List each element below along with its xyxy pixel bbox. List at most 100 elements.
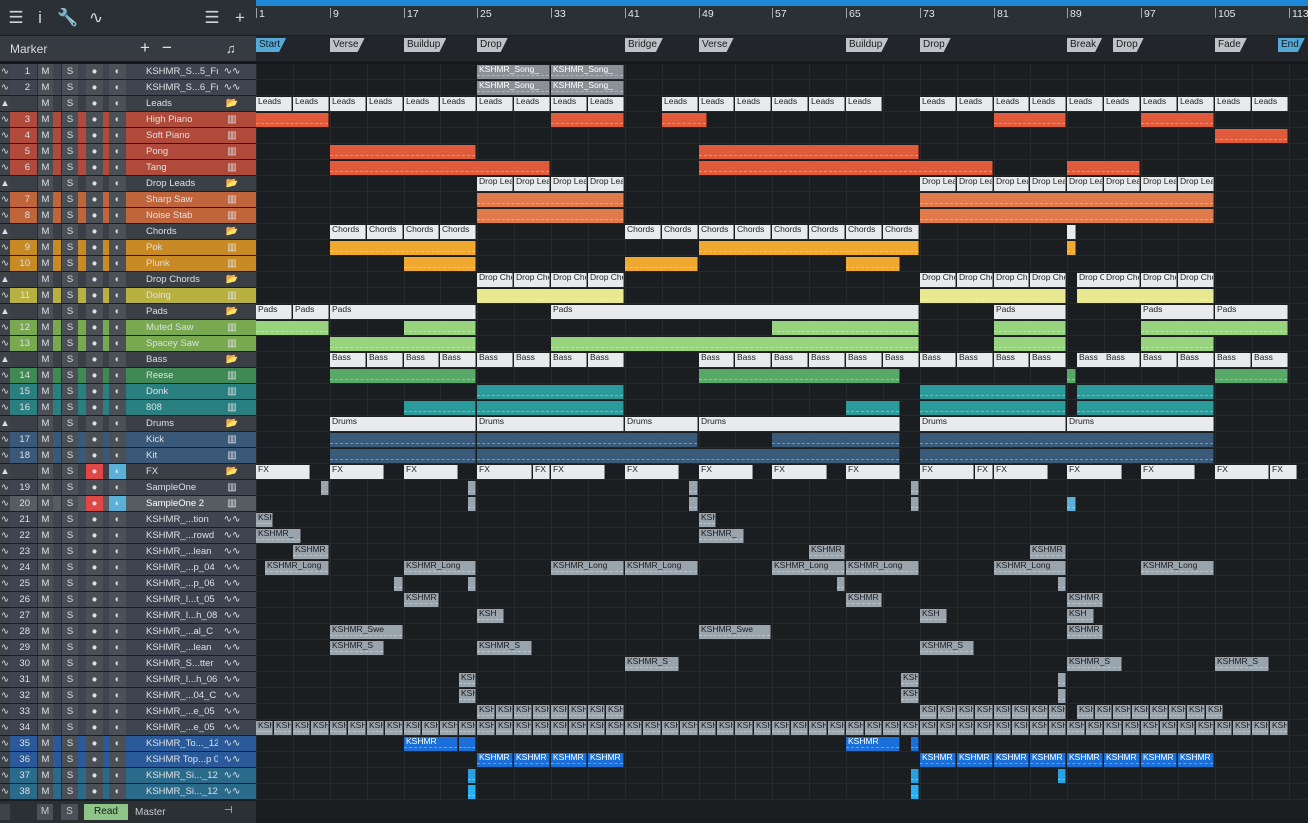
mute-button[interactable]: M [37, 352, 53, 367]
clip-event[interactable] [911, 737, 919, 751]
clip-event[interactable] [689, 481, 698, 495]
folder-expand-icon[interactable]: ▲ [0, 304, 10, 319]
clip-event[interactable] [689, 497, 698, 511]
mute-button[interactable]: M [37, 672, 53, 687]
track-row[interactable]: ∿ 26 M S ● ◐ KSHMR_I...t_05 ∿∿ [0, 592, 256, 608]
clip-event[interactable] [330, 145, 476, 159]
solo-button[interactable]: S [61, 320, 78, 335]
clip-event[interactable]: KSHMR [791, 721, 808, 735]
track-row[interactable]: ∿ 15 M S ● ◐ Donk ▥ [0, 384, 256, 400]
clip-event[interactable]: KSHMR [772, 721, 790, 735]
track-type-icon[interactable]: ∿ [0, 208, 10, 223]
clip-event[interactable]: KSHMR [569, 705, 587, 719]
menu-icon[interactable]: ☰ [4, 6, 28, 30]
track-type-icon[interactable]: ∿ [0, 192, 10, 207]
mute-button[interactable]: M [37, 480, 53, 495]
folder-event[interactable]: Chords [367, 225, 403, 239]
solo-button[interactable]: S [61, 400, 78, 415]
clip-event[interactable] [330, 449, 476, 463]
track-name[interactable]: Chords [133, 224, 218, 239]
folder-event[interactable]: Bass [440, 353, 476, 367]
clip-event[interactable]: KSHMR [662, 721, 679, 735]
monitor-icon[interactable]: ◐ [109, 752, 126, 767]
clip-event[interactable]: KSHMR_Long [551, 561, 624, 575]
clip-event[interactable]: KSHMR [496, 721, 513, 735]
clip-event[interactable] [477, 209, 624, 223]
clip-event[interactable]: KSHMR [256, 513, 273, 527]
folder-event[interactable]: Bass [367, 353, 403, 367]
clip-event[interactable] [330, 433, 476, 447]
record-icon[interactable]: ● [86, 400, 103, 415]
folder-event[interactable]: Drop Chords [588, 273, 624, 287]
clip-event[interactable]: KSHMR [1196, 721, 1214, 735]
monitor-icon[interactable]: ◐ [109, 592, 126, 607]
clip-event[interactable]: KSHMR [625, 721, 642, 735]
clip-event[interactable]: KSHMR [975, 705, 993, 719]
monitor-icon[interactable]: ◐ [109, 784, 126, 799]
track-name[interactable]: KSHMR_S...tter [133, 656, 218, 671]
mute-button[interactable]: M [37, 464, 53, 479]
folder-event[interactable]: Leads [994, 97, 1029, 111]
list-icon[interactable]: ☰ [200, 6, 224, 30]
mute-button[interactable]: M [37, 144, 53, 159]
folder-event[interactable]: Drums [330, 417, 476, 431]
record-icon[interactable]: ● [86, 688, 103, 703]
folder-event[interactable]: Pads [551, 305, 919, 319]
clip-event[interactable]: KSHMR [533, 705, 550, 719]
folder-event[interactable]: Drop Chords [994, 273, 1029, 287]
clip-event[interactable]: KSHMR [551, 753, 587, 767]
record-icon[interactable]: ● [86, 64, 103, 79]
folder-expand-icon[interactable]: ▲ [0, 96, 10, 111]
clip-event[interactable]: KSHMR [440, 721, 458, 735]
track-type-icon[interactable]: ∿ [0, 528, 10, 543]
folder-event[interactable]: FX [1215, 465, 1269, 479]
record-icon[interactable]: ● [86, 352, 103, 367]
mute-button[interactable]: M [37, 720, 53, 735]
solo-button[interactable]: S [61, 560, 78, 575]
record-icon[interactable]: ● [86, 368, 103, 383]
mute-button[interactable]: M [37, 448, 53, 463]
folder-event[interactable]: Bass [957, 353, 993, 367]
monitor-icon[interactable]: ◐ [109, 144, 126, 159]
solo-button[interactable]: S [61, 768, 78, 783]
track-name[interactable]: KSHMR_To..._124 [133, 736, 218, 751]
folder-track-chords[interactable]: ▲ M S ● ◐ Chords 📂 [0, 224, 256, 240]
record-icon[interactable]: ● [86, 656, 103, 671]
record-icon[interactable]: ● [86, 784, 103, 799]
track-row[interactable]: ∿ 2 M S ● ◐ KSHMR_S...6_Fm ∿∿ [0, 80, 256, 96]
mute-button[interactable]: M [37, 112, 53, 127]
clip-event[interactable]: KSHMR_Long [265, 561, 329, 575]
folder-event[interactable]: FX [533, 465, 550, 479]
clip-event[interactable] [1058, 577, 1066, 591]
record-icon[interactable]: ● [86, 176, 103, 191]
track-name[interactable]: Soft Piano [133, 128, 218, 143]
track-row[interactable]: ∿ 7 M S ● ◐ Sharp Saw ▥ [0, 192, 256, 208]
monitor-icon[interactable]: ◐ [109, 416, 126, 431]
solo-button[interactable]: S [61, 464, 78, 479]
folder-event[interactable]: Drop Leads [1178, 177, 1214, 191]
clip-event[interactable]: KSHMR_S [1215, 657, 1269, 671]
mute-button[interactable]: M [37, 384, 53, 399]
solo-button[interactable]: S [61, 544, 78, 559]
track-type-icon[interactable]: ∿ [0, 768, 10, 783]
track-row[interactable]: ∿ 33 M S ● ◐ KSHMR_...e_05 ∿∿ [0, 704, 256, 720]
solo-button[interactable]: S [61, 752, 78, 767]
track-lane[interactable] [256, 528, 1308, 544]
clip-event[interactable]: KSHMR [514, 705, 532, 719]
folder-expand-icon[interactable]: ▲ [0, 416, 10, 431]
folder-event[interactable]: Leads [1067, 97, 1103, 111]
folder-event[interactable]: Bass [551, 353, 587, 367]
solo-button[interactable]: S [61, 224, 78, 239]
monitor-icon[interactable]: ◐ [109, 240, 126, 255]
folder-event[interactable]: FX [975, 465, 993, 479]
clip-event[interactable]: KSHMR_Song_ [551, 81, 624, 95]
track-lane[interactable] [256, 640, 1308, 656]
clip-event[interactable]: KSHMR_S [477, 641, 532, 655]
clip-event[interactable]: KSHMR [293, 721, 310, 735]
marker-verse[interactable]: Verse [699, 38, 734, 52]
clip-event[interactable]: KSHMR [1150, 705, 1168, 719]
track-type-icon[interactable]: ∿ [0, 592, 10, 607]
clip-event[interactable] [772, 321, 919, 335]
track-name[interactable]: FX [133, 464, 218, 479]
clip-event[interactable] [662, 113, 707, 127]
